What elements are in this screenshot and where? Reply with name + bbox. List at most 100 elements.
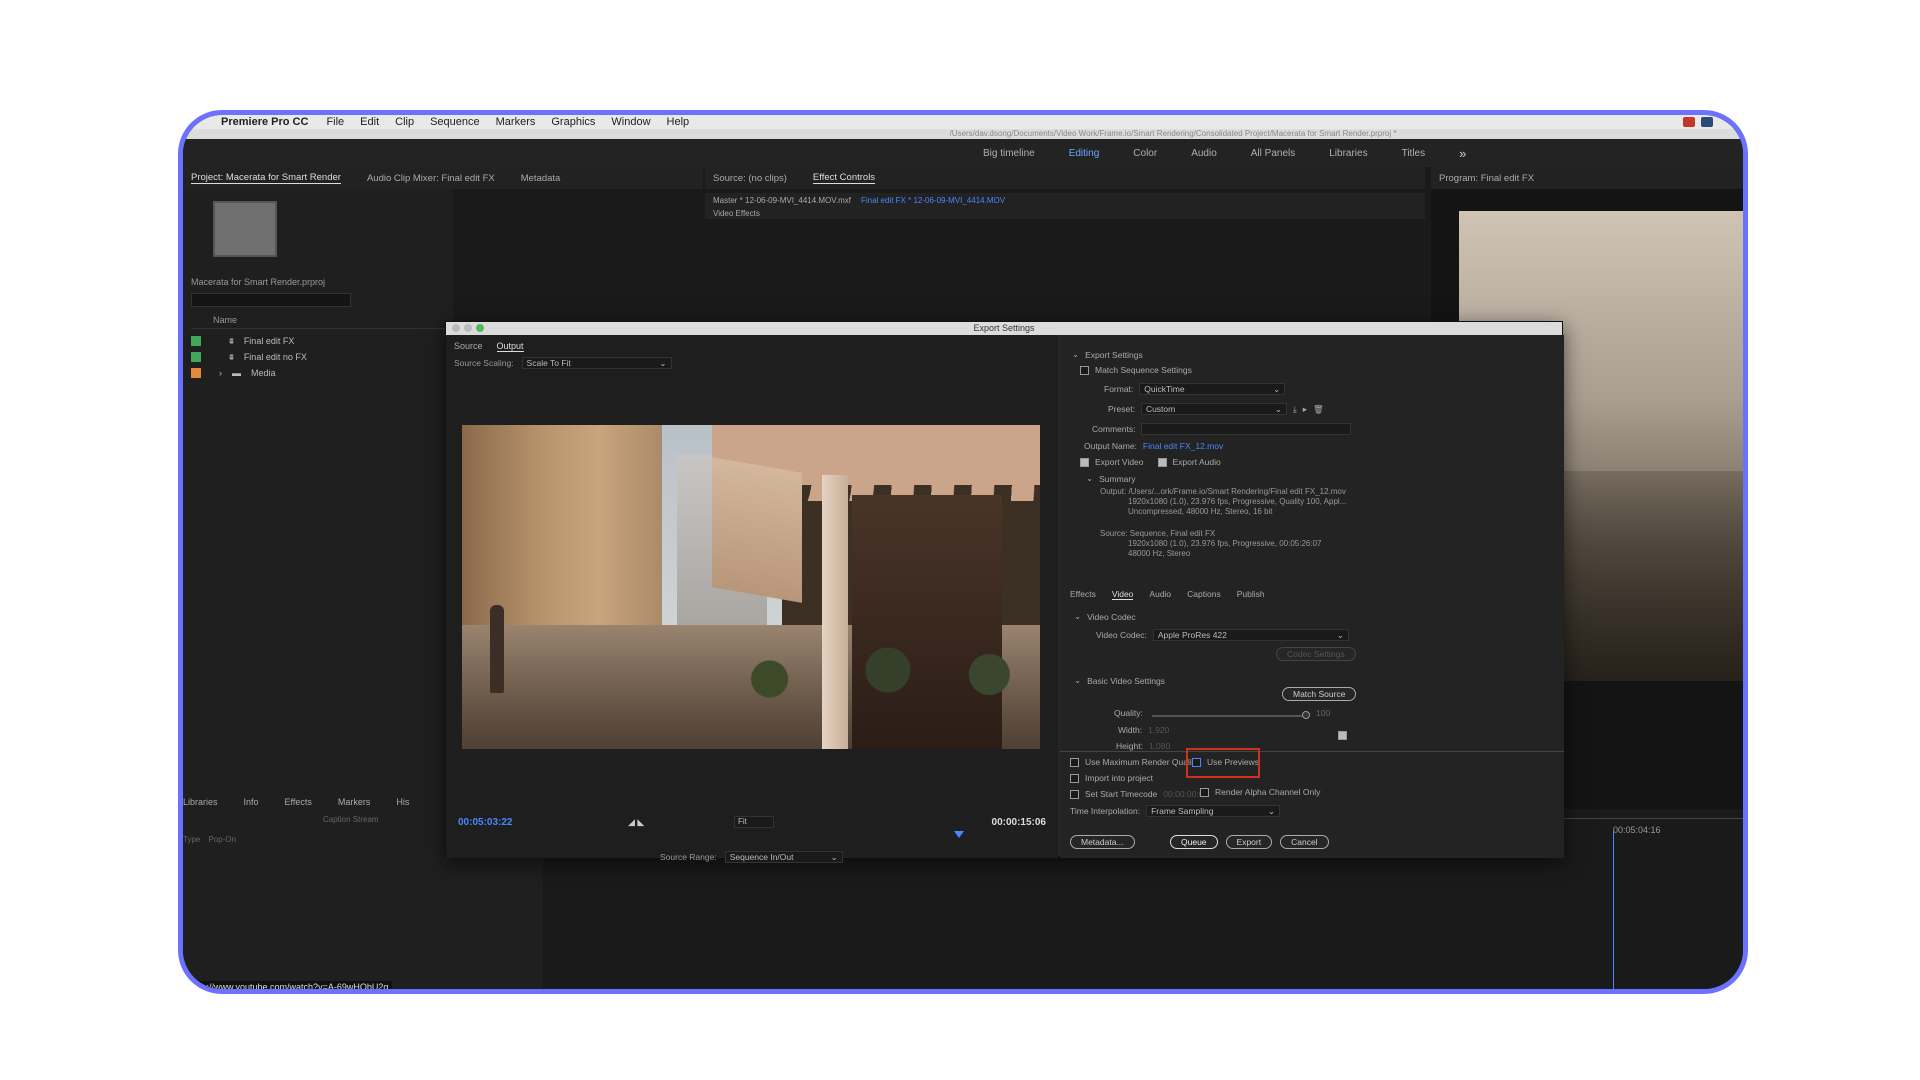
disclosure-icon: ⌄: [1074, 675, 1082, 685]
time-interpolation-select[interactable]: Frame Sampling ⌄: [1146, 805, 1281, 817]
tab-effects[interactable]: Effects: [285, 797, 312, 807]
playhead[interactable]: [1613, 831, 1614, 989]
format-label: Format:: [1104, 384, 1134, 394]
menu-edit[interactable]: Edit: [360, 116, 379, 128]
match-sequence-row[interactable]: Match Sequence Settings: [1080, 365, 1192, 375]
match-sequence-checkbox[interactable]: [1080, 365, 1089, 375]
label-color-swatch: [191, 336, 201, 346]
chevron-down-icon: ⌄: [830, 852, 838, 862]
tab-video[interactable]: Video: [1111, 589, 1134, 600]
minimize-icon[interactable]: [464, 324, 472, 332]
source-scaling-select[interactable]: Scale To Fit ⌄: [521, 357, 672, 369]
workspace-libraries[interactable]: Libraries: [1329, 148, 1367, 159]
tab-effects[interactable]: Effects: [1070, 589, 1096, 600]
max-render-quality-checkbox[interactable]: [1070, 757, 1079, 767]
caption-type-row: Type Pop-On: [183, 835, 236, 844]
menu-help[interactable]: Help: [667, 116, 690, 128]
workspace-audio[interactable]: Audio: [1191, 148, 1217, 159]
quality-row: Quality:: [1114, 708, 1143, 718]
master-clip[interactable]: Master * 12-06-09-MVI_4414.MOV.mxf: [713, 196, 851, 205]
basic-video-section[interactable]: ⌄ Basic Video Settings: [1074, 675, 1165, 686]
project-search-input[interactable]: [191, 293, 351, 307]
tab-source[interactable]: Source: [454, 341, 483, 352]
tab-publish[interactable]: Publish: [1237, 589, 1265, 600]
import-project-checkbox[interactable]: [1070, 773, 1079, 783]
close-icon[interactable]: [452, 324, 460, 332]
tab-project[interactable]: Project: Macerata for Smart Render: [191, 172, 341, 184]
tab-captions[interactable]: Captions: [1187, 589, 1221, 600]
zoom-icon[interactable]: [476, 324, 484, 332]
preset-select[interactable]: Custom ⌄: [1140, 403, 1287, 415]
type-select[interactable]: Pop-On: [208, 835, 236, 844]
tab-output[interactable]: Output: [496, 341, 524, 352]
tab-audio-clip-mixer[interactable]: Audio Clip Mixer: Final edit FX: [367, 173, 495, 184]
tab-history[interactable]: His: [396, 797, 409, 807]
menu-graphics[interactable]: Graphics: [551, 116, 595, 128]
workspace-big-timeline[interactable]: Big timeline: [983, 148, 1035, 159]
menu-window[interactable]: Window: [611, 116, 650, 128]
in-out-markers-icon[interactable]: ◢ ◣: [628, 817, 644, 828]
quality-slider-track[interactable]: [1152, 715, 1302, 717]
menu-markers[interactable]: Markers: [496, 116, 536, 128]
tab-metadata[interactable]: Metadata: [521, 173, 561, 184]
queue-button[interactable]: Queue: [1170, 835, 1218, 849]
comments-input[interactable]: [1141, 423, 1352, 435]
cancel-button[interactable]: Cancel: [1280, 835, 1329, 849]
export-button[interactable]: Export: [1225, 835, 1273, 849]
list-item[interactable]: › ▬ Media: [191, 365, 451, 381]
summary-row[interactable]: ⌄ Summary: [1086, 473, 1136, 484]
name-column-header[interactable]: Name: [191, 315, 451, 329]
workspace-all-panels[interactable]: All Panels: [1251, 148, 1295, 159]
quality-slider-knob[interactable]: [1302, 711, 1310, 719]
codec-settings-button[interactable]: Codec Settings: [1276, 647, 1356, 661]
match-source-button[interactable]: Match Source: [1282, 687, 1357, 701]
menu-sequence[interactable]: Sequence: [430, 116, 480, 128]
format-select[interactable]: QuickTime ⌄: [1139, 383, 1286, 395]
width-input[interactable]: 1,920: [1148, 725, 1169, 735]
app-menu[interactable]: Premiere Pro CC: [221, 116, 308, 128]
max-render-quality-label: Use Maximum Render Quality: [1085, 757, 1199, 767]
dimension-match-checkbox[interactable]: [1338, 731, 1347, 740]
workspace-editing[interactable]: Editing: [1069, 148, 1100, 159]
item-label: Media: [251, 368, 276, 378]
tab-libraries[interactable]: Libraries: [183, 797, 218, 807]
save-preset-icon[interactable]: ⤓: [1293, 404, 1297, 415]
tab-source[interactable]: Source: (no clips): [713, 173, 787, 184]
tab-info[interactable]: Info: [244, 797, 259, 807]
quality-value[interactable]: 100: [1316, 708, 1330, 718]
section-title: Basic Video Settings: [1087, 675, 1165, 686]
export-av-row: Export Video Export Audio: [1080, 457, 1221, 467]
tab-effect-controls[interactable]: Effect Controls: [812, 172, 876, 184]
output-name-link[interactable]: Final edit FX_12.mov: [1143, 441, 1223, 451]
export-settings-section[interactable]: ⌄ Export Settings: [1072, 349, 1143, 360]
export-audio-checkbox[interactable]: [1157, 457, 1167, 467]
video-codec-select[interactable]: Apple ProRes 422 ⌄: [1152, 629, 1349, 641]
import-preset-icon[interactable]: ▸: [1303, 404, 1307, 415]
render-alpha-checkbox[interactable]: [1200, 787, 1209, 797]
tab-markers[interactable]: Markers: [338, 797, 371, 807]
workspace-titles[interactable]: Titles: [1402, 148, 1426, 159]
metadata-button[interactable]: Metadata...: [1070, 835, 1135, 849]
time-interpolation-row: Time Interpolation: Frame Sampling ⌄: [1070, 805, 1281, 817]
start-timecode-label: Set Start Timecode: [1085, 789, 1158, 799]
list-item[interactable]: ⩩ Final edit no FX: [191, 349, 451, 365]
more-workspaces-icon[interactable]: »: [1459, 146, 1466, 161]
tab-audio[interactable]: Audio: [1149, 589, 1171, 600]
menu-file[interactable]: File: [326, 116, 344, 128]
label-color-swatch: [191, 352, 201, 362]
current-timecode[interactable]: 00:05:03:22: [458, 817, 512, 828]
playhead-handle[interactable]: [954, 831, 964, 838]
video-codec-section[interactable]: ⌄ Video Codec: [1074, 611, 1136, 622]
tab-program[interactable]: Program: Final edit FX: [1439, 173, 1534, 184]
zoom-fit-select[interactable]: Fit: [734, 816, 774, 828]
height-input[interactable]: 1,080: [1149, 741, 1170, 751]
export-video-checkbox[interactable]: [1080, 457, 1089, 467]
delete-preset-icon[interactable]: 🗑: [1313, 404, 1324, 415]
workspace-color[interactable]: Color: [1133, 148, 1157, 159]
start-timecode-checkbox[interactable]: [1070, 789, 1079, 799]
expand-icon[interactable]: ›: [219, 368, 222, 378]
menu-clip[interactable]: Clip: [395, 116, 414, 128]
source-range-select[interactable]: Sequence In/Out ⌄: [724, 851, 843, 863]
list-item[interactable]: ⩩ Final edit FX: [191, 333, 451, 349]
sequence-clip[interactable]: Final edit FX * 12-06-09-MVI_4414.MOV: [861, 196, 1005, 205]
